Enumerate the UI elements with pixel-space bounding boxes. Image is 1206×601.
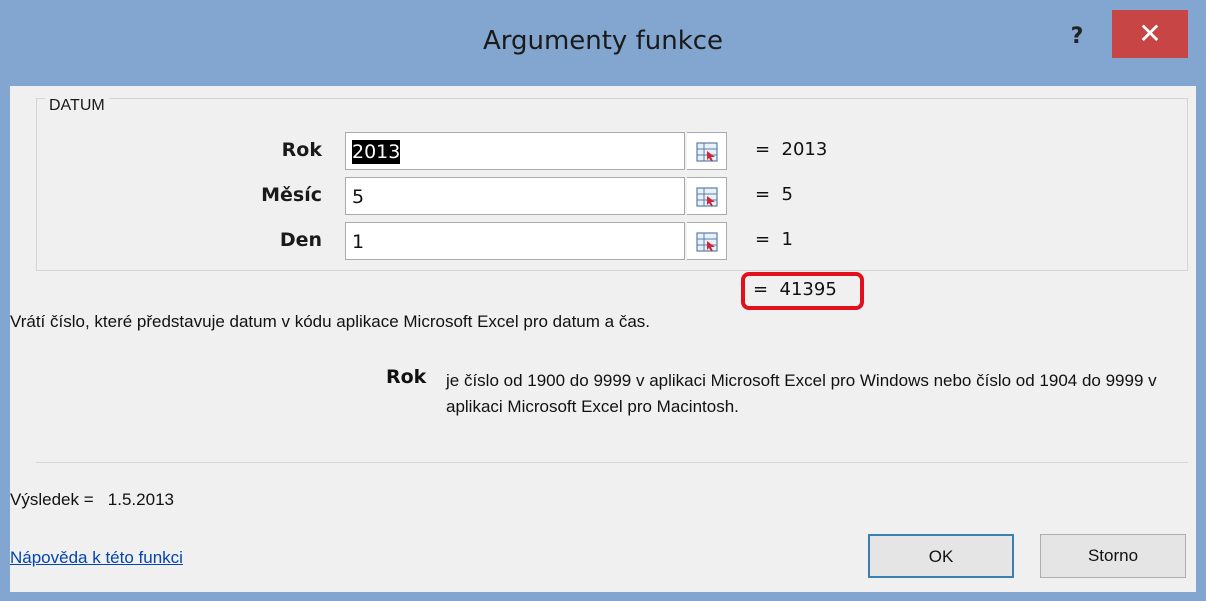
argument-row-rok: Rok 2013 = 2013	[37, 130, 1187, 170]
collapse-dialog-button[interactable]	[687, 132, 727, 170]
argument-evaluated: = 2013	[755, 139, 828, 160]
argument-evaluated: = 1	[755, 229, 793, 250]
argument-input-rok[interactable]: 2013	[345, 132, 685, 170]
argument-label: Měsíc	[261, 184, 322, 206]
dialog-title: Argumenty funkce	[482, 26, 724, 56]
argument-input-mesic[interactable]: 5	[345, 177, 685, 215]
title-bar[interactable]: Argumenty funkce ? ✕	[0, 0, 1206, 86]
close-button[interactable]: ✕	[1112, 10, 1188, 58]
divider	[36, 462, 1188, 463]
formula-result: = 41395	[753, 279, 837, 300]
collapse-dialog-button[interactable]	[687, 177, 727, 215]
argument-label: Den	[279, 229, 322, 251]
argument-row-mesic: Měsíc 5 = 5	[37, 175, 1187, 215]
argument-value: 2013	[352, 140, 401, 164]
function-description: Vrátí číslo, které představuje datum v k…	[10, 312, 650, 331]
argument-input-den[interactable]: 1	[345, 222, 685, 260]
help-on-function-link[interactable]: Nápověda k této funkci	[10, 548, 183, 568]
collapse-dialog-button[interactable]	[687, 222, 727, 260]
argument-evaluated: = 5	[755, 184, 793, 205]
argument-label: Rok	[281, 139, 322, 161]
collapse-dialog-icon	[696, 142, 718, 162]
dialog-body: DATUM Rok 2013 = 2013 Měsíc 5 = 5 Den 1 …	[10, 86, 1196, 592]
argument-row-den: Den 1 = 1	[37, 220, 1187, 260]
function-arguments-dialog: Argumenty funkce ? ✕ DATUM Rok 2013 = 20…	[0, 0, 1206, 601]
cancel-button[interactable]: Storno	[1040, 534, 1186, 578]
ok-button[interactable]: OK	[868, 534, 1014, 578]
active-argument-name: Rok	[386, 366, 427, 388]
collapse-dialog-icon	[696, 187, 718, 207]
formula-result-preview: Výsledek = 1.5.2013	[10, 490, 174, 509]
collapse-dialog-icon	[696, 232, 718, 252]
function-name: DATUM	[45, 97, 109, 115]
arguments-group: DATUM Rok 2013 = 2013 Měsíc 5 = 5 Den 1 …	[36, 97, 1188, 271]
active-argument-description: je číslo od 1900 do 9999 v aplikaci Micr…	[446, 371, 1157, 416]
help-button[interactable]: ?	[1062, 22, 1092, 52]
